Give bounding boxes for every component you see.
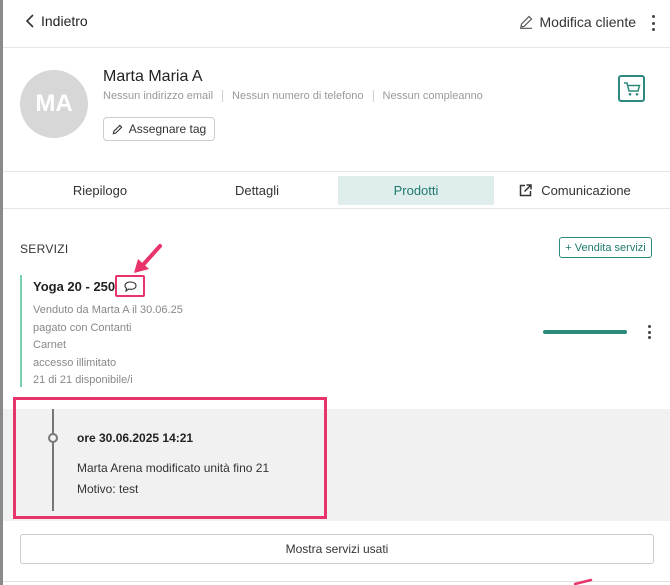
pencil-icon	[519, 15, 532, 29]
divider	[372, 90, 374, 102]
client-name: Marta Maria A	[103, 68, 203, 85]
annotation-arrow-icon	[134, 244, 162, 273]
access-type: accesso illimitato	[33, 356, 117, 369]
external-link-icon	[519, 184, 532, 197]
tab-bar: Riepilogo Dettagli Prodotti Comunicazion…	[3, 171, 670, 209]
service-more-icon[interactable]	[646, 325, 652, 339]
usage-progress-bar	[543, 330, 627, 334]
availability: 21 di 21 disponibile/i	[33, 374, 133, 387]
assign-tag-button[interactable]: Assegnare tag	[103, 117, 215, 141]
service-type: Carnet	[33, 339, 67, 352]
client-phone: Nessun numero di telefono	[232, 90, 364, 102]
cart-icon	[623, 81, 640, 96]
divider	[222, 90, 224, 102]
comment-icon	[123, 280, 137, 292]
show-used-services-button[interactable]: Mostra servizi usati	[20, 534, 654, 564]
divider	[3, 581, 670, 582]
client-birthday: Nessun compleanno	[382, 90, 483, 102]
client-email: Nessun indirizzo email	[103, 90, 214, 102]
pencil-icon	[112, 124, 123, 134]
tab-label: Prodotti	[393, 183, 439, 198]
edit-client-label: Modifica cliente	[539, 14, 637, 30]
service-details: Venduto da Marta A il 30.06.25 pagato co…	[33, 302, 183, 390]
back-button[interactable]: Indietro	[25, 13, 88, 29]
annotation-arrow-icon	[574, 578, 593, 585]
service-title: Yoga 20 - 250 €	[33, 279, 126, 294]
tab-label: Riepilogo	[72, 183, 128, 198]
chevron-left-icon	[25, 14, 34, 28]
tab-label: Dettagli	[234, 183, 280, 198]
cart-button[interactable]	[618, 75, 645, 102]
tab-comunicazione[interactable]: Comunicazione	[513, 176, 637, 205]
sold-by: Venduto da Marta A il 30.06.25	[33, 304, 183, 316]
tab-dettagli[interactable]: Dettagli	[197, 176, 317, 205]
sell-services-button[interactable]: + Vendita servizi	[559, 237, 652, 258]
services-heading: SERVIZI	[20, 242, 69, 256]
avatar: MA	[20, 70, 88, 138]
tab-prodotti[interactable]: Prodotti	[338, 176, 494, 205]
top-bar: Indietro Modifica cliente	[3, 0, 670, 48]
tab-riepilogo[interactable]: Riepilogo	[3, 176, 197, 205]
payment-method: pagato con Contanti	[33, 321, 132, 334]
tab-label: Comunicazione	[541, 183, 631, 198]
back-label: Indietro	[41, 13, 88, 29]
assign-tag-label: Assegnare tag	[128, 122, 207, 136]
highlight-box	[13, 397, 327, 519]
client-meta: Nessun indirizzo email Nessun numero di …	[103, 90, 483, 102]
comment-button[interactable]	[115, 275, 145, 297]
edit-client-button[interactable]: Modifica cliente	[519, 14, 637, 30]
more-menu-icon[interactable]	[650, 15, 656, 31]
